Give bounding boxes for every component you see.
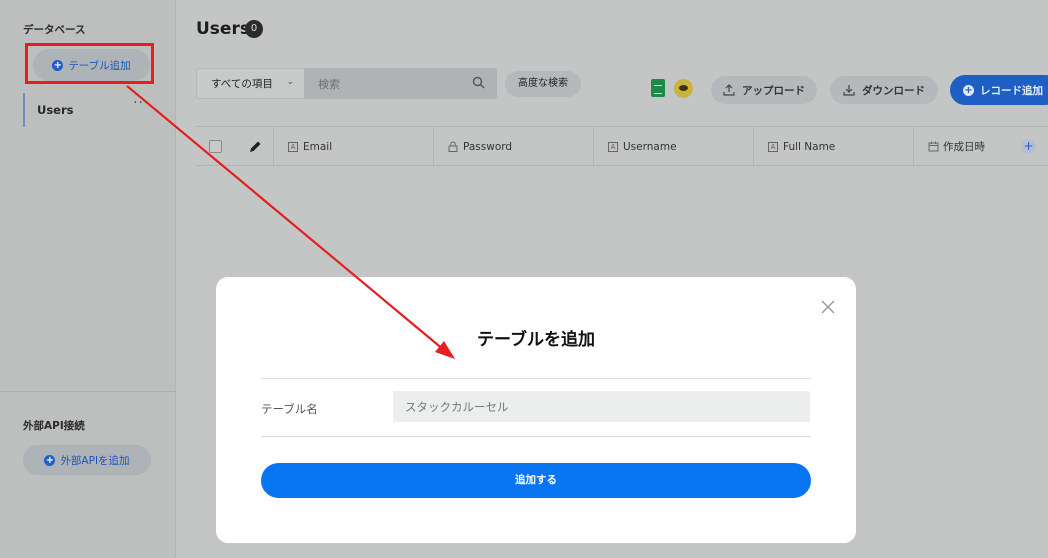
column-label: Username: [623, 140, 677, 153]
sidebar-divider: [0, 391, 176, 392]
add-table-modal: テーブルを追加 テーブル名 追加する: [216, 277, 856, 543]
select-all-checkbox[interactable]: [209, 140, 222, 153]
search-icon: [472, 76, 485, 89]
calendar-icon: [928, 141, 939, 152]
advanced-search-button[interactable]: 高度な検索: [505, 71, 581, 97]
upload-button[interactable]: アップロード: [711, 76, 817, 104]
add-column-icon[interactable]: +: [1021, 139, 1036, 154]
column-header-email[interactable]: A Email: [274, 127, 434, 166]
download-icon: [843, 85, 855, 96]
external-api-heading: 外部API接続: [23, 420, 85, 432]
record-count-badge: 0: [245, 20, 263, 38]
table-name-label: テーブル名: [261, 402, 318, 416]
filter-select[interactable]: すべての項目 ⌄: [196, 68, 304, 99]
column-label: Full Name: [783, 140, 836, 153]
plus-circle-icon: +: [963, 84, 974, 96]
annotation-highlight-box: [25, 43, 154, 84]
modal-title: テーブルを追加: [477, 330, 595, 350]
lock-icon: [448, 141, 458, 152]
download-button[interactable]: ダウンロード: [830, 76, 938, 104]
sidebar: データベース + テーブル追加 Users ··· 外部API接続 + 外部AP…: [0, 0, 176, 558]
text-type-icon: A: [768, 141, 778, 152]
filter-select-value: すべての項目: [211, 78, 273, 90]
column-header-created-at[interactable]: 作成日時 +: [914, 127, 1048, 166]
edit-column: [234, 127, 274, 166]
column-label: Email: [303, 140, 333, 153]
close-icon[interactable]: [820, 299, 836, 315]
kakao-icon[interactable]: [674, 79, 693, 98]
text-type-icon: A: [608, 141, 618, 152]
column-label: Password: [463, 140, 513, 153]
add-record-button[interactable]: + レコード追加: [950, 75, 1048, 105]
column-label: 作成日時: [943, 141, 985, 153]
table-name-input[interactable]: [393, 391, 810, 422]
more-options-icon[interactable]: ···: [133, 95, 149, 111]
sidebar-item-users[interactable]: Users ···: [23, 93, 173, 127]
table-header: A Email Password A Username A Full Name: [196, 126, 1048, 166]
column-header-full-name[interactable]: A Full Name: [754, 127, 914, 166]
add-external-api-button[interactable]: + 外部APIを追加: [23, 445, 151, 475]
divider: [261, 436, 811, 437]
download-label: ダウンロード: [862, 84, 925, 97]
upload-icon: [723, 84, 735, 96]
divider: [261, 378, 811, 379]
google-sheets-icon[interactable]: [651, 79, 665, 97]
page-title: Users: [196, 19, 250, 39]
add-record-label: レコード追加: [980, 84, 1043, 97]
sidebar-item-label: Users: [37, 103, 74, 117]
column-header-username[interactable]: A Username: [594, 127, 754, 166]
upload-label: アップロード: [742, 84, 805, 97]
search-placeholder: 検索: [318, 78, 340, 91]
pencil-icon[interactable]: [248, 140, 262, 154]
select-all-cell: [196, 127, 234, 166]
chevron-down-icon: ⌄: [286, 77, 294, 87]
search-input[interactable]: 検索: [304, 68, 497, 99]
text-type-icon: A: [288, 141, 298, 152]
submit-button[interactable]: 追加する: [261, 463, 811, 498]
database-heading: データベース: [23, 24, 86, 36]
plus-circle-icon: +: [44, 454, 56, 466]
add-external-api-label: 外部APIを追加: [60, 454, 130, 467]
column-header-password[interactable]: Password: [434, 127, 594, 166]
